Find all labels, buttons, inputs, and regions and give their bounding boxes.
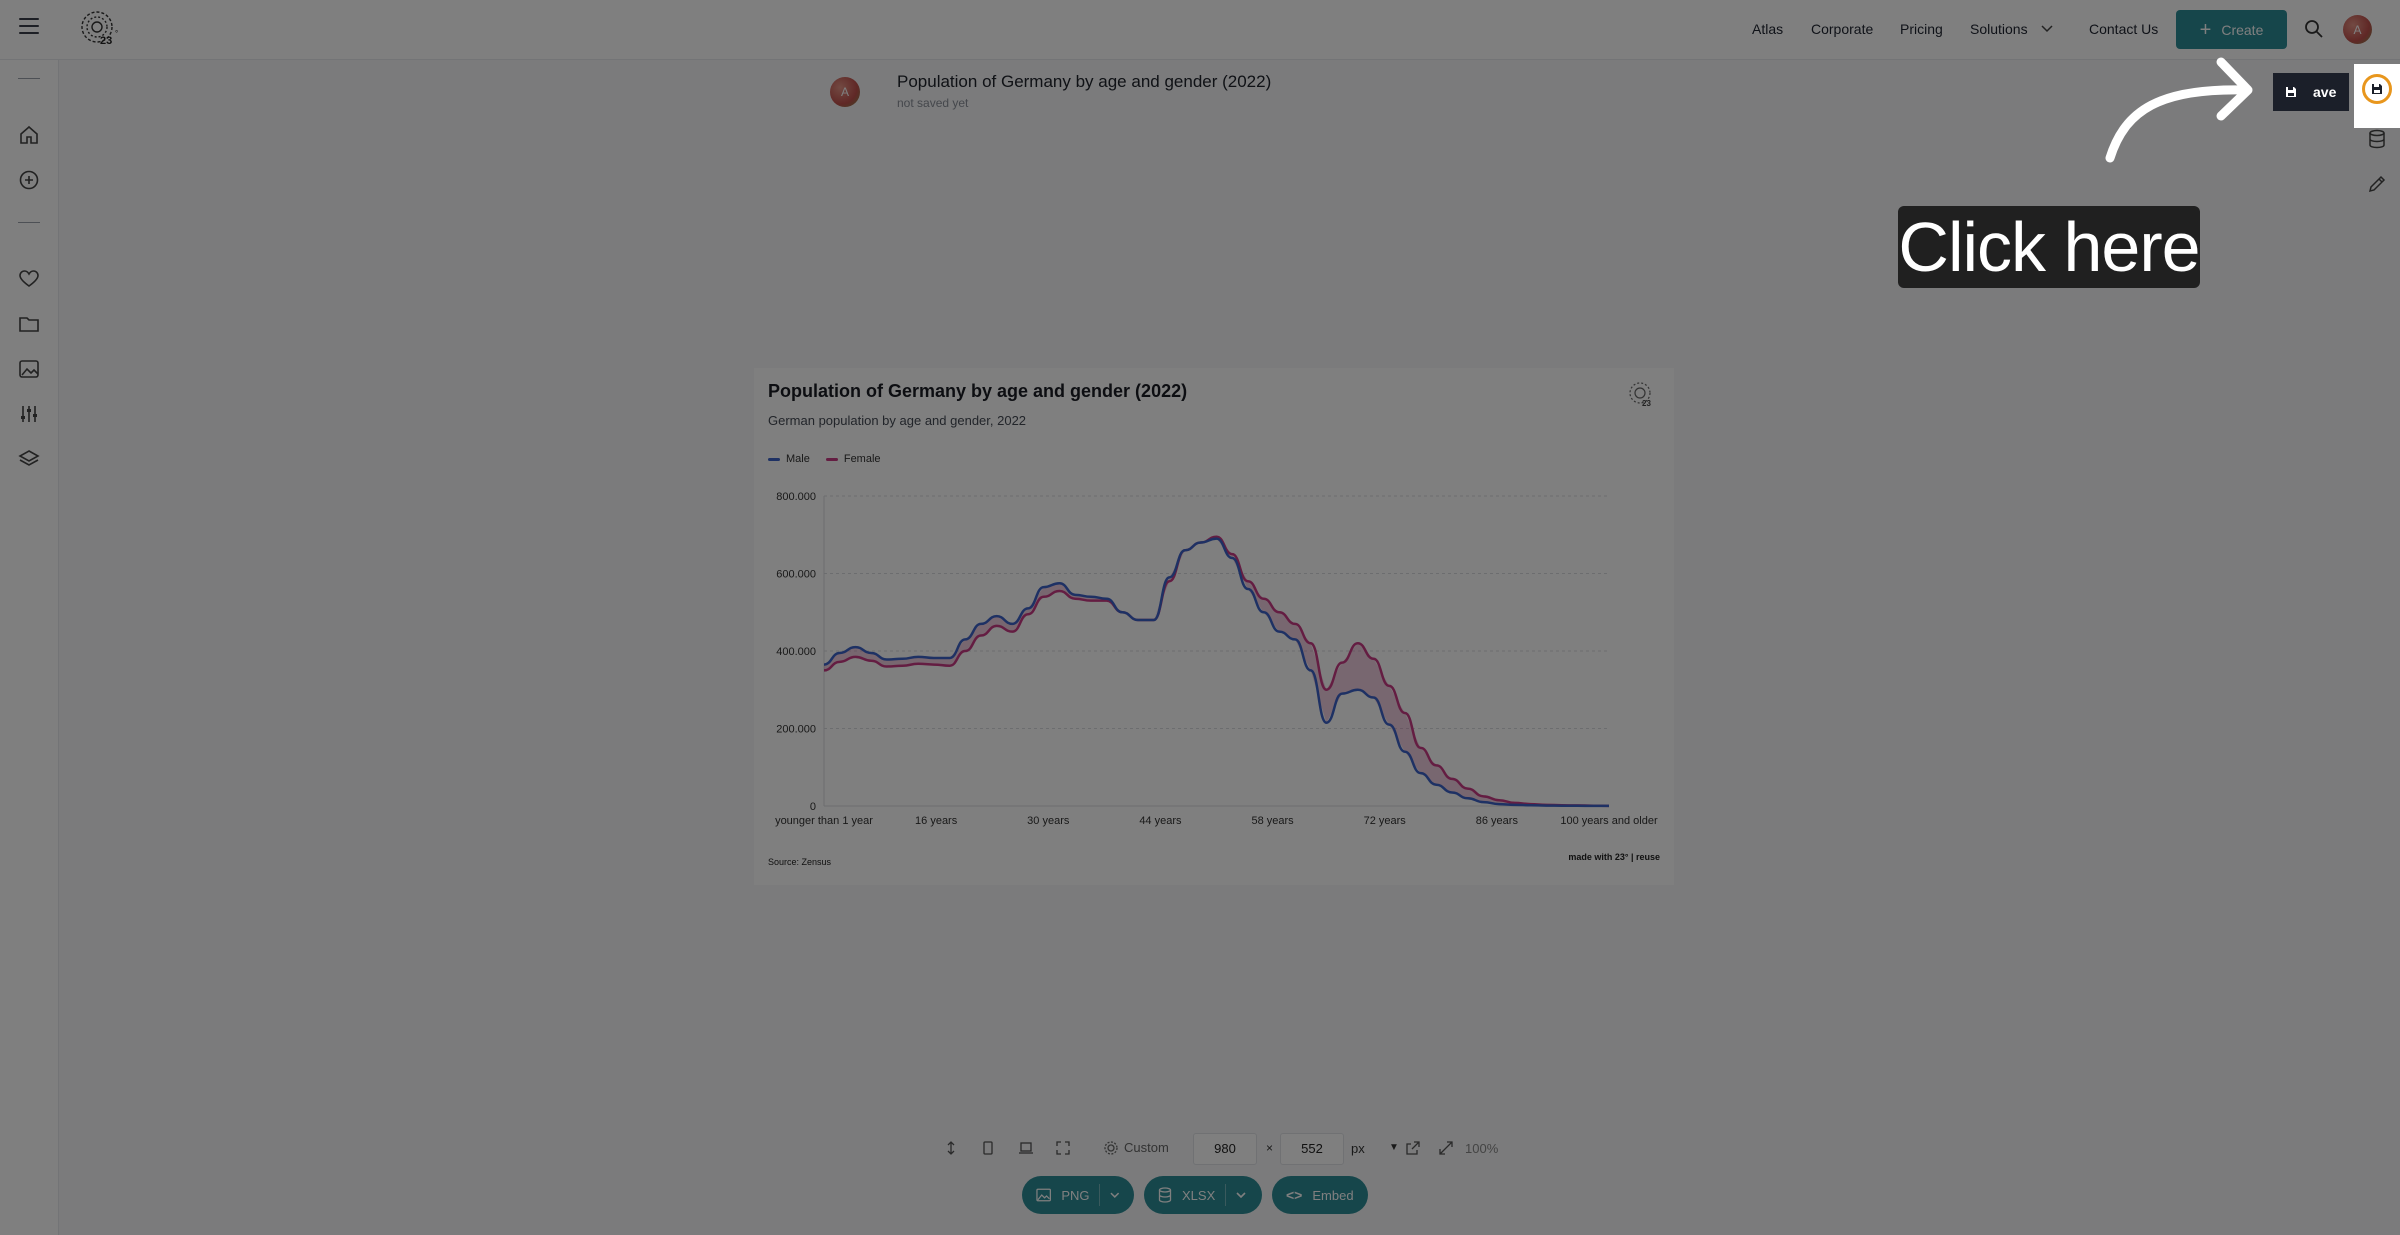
save-tooltip-label: ave xyxy=(2309,73,2349,111)
gear-icon xyxy=(1104,1140,1118,1155)
image-icon xyxy=(1036,1188,1051,1202)
floppy-disk-icon xyxy=(2372,84,2382,94)
width-input[interactable]: 980 xyxy=(1193,1133,1257,1165)
heart-icon[interactable] xyxy=(18,268,40,290)
layers-icon[interactable] xyxy=(18,448,40,470)
scale-icon[interactable] xyxy=(1438,1140,1454,1156)
home-icon[interactable] xyxy=(18,124,40,146)
logo-icon[interactable]: 23 ° xyxy=(80,10,122,48)
chart-source: Source: Zensus xyxy=(768,857,832,867)
search-icon[interactable] xyxy=(2304,19,2324,39)
chart-card[interactable]: Population of Germany by age and gender … xyxy=(754,368,1674,885)
save-tooltip[interactable]: ave xyxy=(2273,73,2349,111)
y-tick-label: 400.000 xyxy=(776,646,816,658)
x-tick-label: 44 years xyxy=(1139,815,1182,827)
document-owner-avatar: A xyxy=(830,77,860,107)
x-tick-label: 16 years xyxy=(915,815,958,827)
fullscreen-icon[interactable] xyxy=(1055,1140,1071,1156)
unit-select[interactable]: px xyxy=(1351,1141,1365,1156)
size-preset-label: Custom xyxy=(1124,1140,1169,1155)
embed-button[interactable]: <> Embed xyxy=(1272,1176,1368,1214)
save-status: not saved yet xyxy=(897,96,969,110)
x-tick-label: 30 years xyxy=(1027,815,1070,827)
y-tick-label: 600.000 xyxy=(776,569,816,581)
png-label: PNG xyxy=(1061,1187,1090,1203)
series-line-male xyxy=(823,537,1610,808)
image-icon[interactable] xyxy=(18,358,40,380)
plus-icon: + xyxy=(2199,18,2212,41)
save-small-button[interactable] xyxy=(2273,73,2309,111)
folder-icon[interactable] xyxy=(18,313,40,335)
save-button[interactable] xyxy=(2362,74,2392,104)
sliders-icon[interactable] xyxy=(18,403,40,425)
nav-pricing[interactable]: Pricing xyxy=(1900,21,1943,37)
tutorial-arrow-icon xyxy=(2105,57,2253,163)
times-sign: × xyxy=(1266,1141,1274,1155)
nav-solutions[interactable]: Solutions xyxy=(1970,21,2028,37)
nav-atlas[interactable]: Atlas xyxy=(1752,21,1783,37)
svg-text:°: ° xyxy=(115,29,118,38)
difference-band xyxy=(824,536,1609,806)
png-export-button[interactable]: PNG xyxy=(1022,1176,1134,1214)
chevron-down-icon[interactable] xyxy=(2041,25,2053,33)
xlsx-export-button[interactable]: XLSX xyxy=(1144,1176,1262,1214)
nav-corporate[interactable]: Corporate xyxy=(1811,21,1873,37)
create-button-label: Create xyxy=(2221,21,2264,38)
chevron-down-icon[interactable] xyxy=(1236,1191,1246,1199)
y-tick-label: 800.000 xyxy=(776,491,816,503)
zoom-level: 100% xyxy=(1465,1141,1499,1156)
resize-vertical-icon[interactable] xyxy=(943,1140,959,1156)
document-title[interactable]: Population of Germany by age and gender … xyxy=(897,72,1271,92)
svg-text:23: 23 xyxy=(100,35,112,47)
divider xyxy=(18,78,40,79)
x-tick-label: 86 years xyxy=(1476,815,1519,827)
divider xyxy=(1099,1184,1101,1206)
size-preset[interactable]: Custom xyxy=(1104,1140,1169,1155)
nav-contact-us[interactable]: Contact Us xyxy=(2089,21,2158,37)
top-navigation-bar: 23 ° Atlas Corporate Pricing Solutions C… xyxy=(0,0,2400,60)
database-icon[interactable] xyxy=(2366,128,2388,150)
xlsx-label: XLSX xyxy=(1182,1187,1216,1203)
caret-down-icon[interactable]: ▼ xyxy=(1389,1142,1399,1153)
chart-credit[interactable]: made with 23° | reuse xyxy=(1568,852,1660,862)
user-avatar[interactable]: A xyxy=(2343,15,2372,44)
mobile-icon[interactable] xyxy=(980,1140,996,1156)
embed-label: Embed xyxy=(1312,1187,1354,1203)
y-tick-label: 200.000 xyxy=(776,724,816,736)
y-tick-label: 0 xyxy=(810,801,816,813)
x-tick-label: 100 years and older xyxy=(1560,815,1658,827)
x-tick-label: 58 years xyxy=(1251,815,1294,827)
tutorial-callout: Click here xyxy=(1898,206,2201,288)
code-icon: <> xyxy=(1286,1187,1303,1203)
menu-icon[interactable] xyxy=(19,18,39,34)
create-button[interactable]: + Create xyxy=(2176,10,2287,49)
chevron-down-icon[interactable] xyxy=(1110,1192,1120,1199)
x-tick-label: 72 years xyxy=(1364,815,1407,827)
floppy-disk-icon xyxy=(2286,87,2296,97)
database-icon xyxy=(1158,1187,1172,1203)
laptop-icon[interactable] xyxy=(1018,1140,1034,1156)
divider xyxy=(18,222,40,223)
divider xyxy=(1225,1184,1227,1206)
pencil-icon[interactable] xyxy=(2366,173,2388,195)
series-line-female xyxy=(823,535,1610,808)
left-sidebar xyxy=(0,60,59,1235)
height-input[interactable]: 552 xyxy=(1280,1133,1344,1165)
add-circle-icon[interactable] xyxy=(18,169,40,191)
x-tick-label: younger than 1 year xyxy=(775,815,873,827)
external-link-icon[interactable] xyxy=(1405,1140,1421,1156)
chart-plot-area: 0 200.000 400.000 600.000 800.000 younger tha… xyxy=(775,491,1658,827)
